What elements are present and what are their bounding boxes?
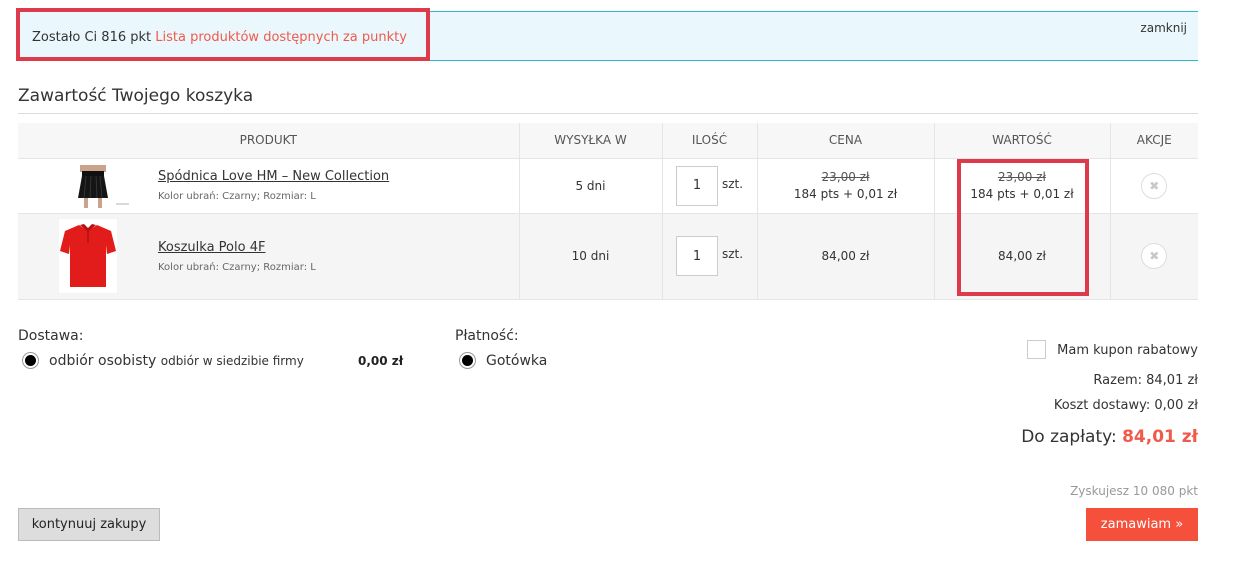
product-info-cell: Spódnica Love HM – New Collection Kolor … — [158, 157, 519, 213]
continue-shopping-button[interactable]: kontynuuj zakupy — [18, 508, 160, 541]
polo-shirt-thumbnail[interactable] — [59, 219, 117, 293]
quantity-cell: szt. — [661, 157, 757, 213]
price-cell: 23,00 zł 184 pts + 0,01 zł — [756, 157, 934, 213]
total-amount: 84,01 zł — [1122, 427, 1198, 447]
actions-cell: ✖ — [1109, 157, 1198, 213]
close-icon: ✖ — [1149, 178, 1160, 193]
quantity-cell: szt. — [661, 212, 757, 300]
coupon-label[interactable]: Mam kupon rabatowy — [1057, 343, 1198, 358]
remove-item-button[interactable]: ✖ — [1141, 243, 1168, 269]
highlight-box-notice — [16, 8, 430, 61]
points-earned: Zyskujesz 10 080 pkt — [1070, 484, 1198, 498]
quantity-input[interactable] — [675, 236, 718, 276]
payment-option[interactable]: Gotówka — [486, 353, 547, 369]
title-divider — [18, 113, 1198, 114]
delivery-option-label: odbiór osobisty — [49, 353, 157, 369]
payment-label: Płatność: — [455, 328, 519, 344]
old-price: 23,00 zł — [821, 170, 870, 184]
product-image-cell — [18, 212, 158, 300]
subtotal: Razem: 84,01 zł — [1093, 373, 1198, 388]
product-attributes: Kolor ubrań: Czarny; Rozmiar: L — [158, 191, 316, 202]
remove-item-button[interactable]: ✖ — [1141, 172, 1168, 199]
shipping-time: 10 dni — [518, 212, 662, 300]
header-quantity: Ilość — [661, 123, 757, 158]
close-icon: ✖ — [1149, 249, 1160, 263]
coupon-checkbox[interactable] — [1027, 340, 1046, 359]
delivery-label: Dostawa: — [18, 328, 84, 344]
skirt-thumbnail[interactable] — [33, 161, 143, 210]
place-order-button[interactable]: zamawiam » — [1086, 508, 1198, 541]
header-product: Produkt — [18, 123, 519, 158]
table-header-row: Produkt Wysyłka w Ilość Cena Wartość Akc… — [18, 123, 1198, 158]
price-cell: 84,00 zł — [756, 212, 934, 300]
delivery-option[interactable]: odbiór osobisty odbiór w siedzibie firmy — [49, 353, 304, 369]
quantity-unit: szt. — [721, 247, 744, 261]
header-actions: Akcje — [1109, 123, 1198, 158]
close-notice-link[interactable]: zamknij — [1140, 21, 1187, 35]
product-name-link[interactable]: Koszulka Polo 4F — [158, 240, 265, 255]
product-name-link[interactable]: Spódnica Love HM – New Collection — [158, 169, 389, 184]
actions-cell: ✖ — [1109, 212, 1198, 300]
header-shipping: Wysyłka w — [518, 123, 662, 158]
shipping-time: 5 dni — [518, 157, 662, 213]
delivery-price: 0,00 zł — [358, 354, 404, 368]
product-info-cell: Koszulka Polo 4F Kolor ubrań: Czarny; Ro… — [158, 212, 519, 300]
shipping-cost: Koszt dostawy: 0,00 zł — [1053, 398, 1198, 413]
quantity-unit: szt. — [721, 176, 744, 191]
total-label: Do zapłaty: — [1021, 427, 1117, 447]
current-price: 184 pts + 0,01 zł — [793, 187, 898, 201]
highlight-box-value — [957, 159, 1089, 296]
payment-radio[interactable] — [459, 352, 476, 369]
page-title: Zawartość Twojego koszyka — [18, 86, 254, 106]
quantity-input[interactable] — [675, 165, 718, 206]
total-to-pay: Do zapłaty: 84,01 zł — [1021, 427, 1198, 447]
header-price: Cena — [756, 123, 934, 158]
header-value: Wartość — [933, 123, 1110, 158]
product-image-cell — [18, 157, 158, 213]
product-attributes: Kolor ubrań: Czarny; Rozmiar: L — [158, 261, 316, 273]
delivery-radio[interactable] — [22, 352, 39, 369]
delivery-option-sub: odbiór w siedzibie firmy — [160, 354, 304, 368]
